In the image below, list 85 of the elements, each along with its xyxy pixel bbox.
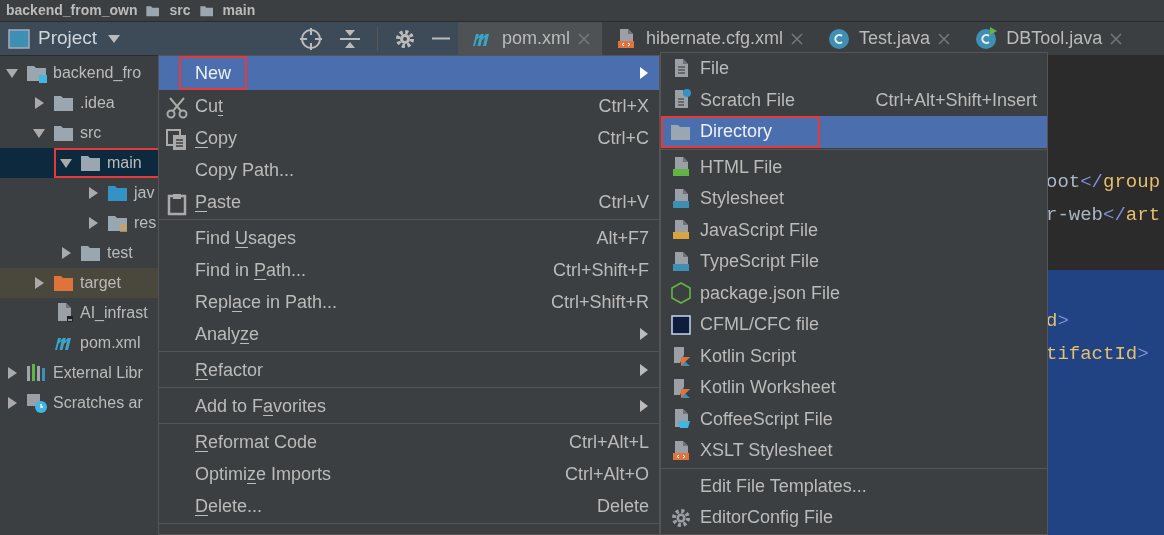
code-line: r-web</art	[1046, 203, 1162, 228]
menu-item[interactable]: Delete... Delete	[159, 490, 659, 522]
menu-item[interactable]: Edit File Templates...	[661, 470, 1047, 502]
tree-item[interactable]: res	[0, 208, 158, 238]
menu-item[interactable]: File	[661, 53, 1047, 85]
menu-item[interactable]: CoffeeScript File	[661, 403, 1047, 435]
menu-item[interactable]: Cut Ctrl+X	[159, 90, 659, 122]
code-line: oot</group	[1046, 170, 1162, 195]
menu-item[interactable]: Directory	[661, 116, 1047, 148]
shortcut-text: Ctrl+Alt+O	[563, 462, 649, 486]
shortcut-text: Ctrl+X	[597, 94, 649, 118]
square-icon	[669, 312, 693, 337]
menu-item[interactable]: Copy Path...	[159, 154, 659, 186]
menu-item[interactable]: New	[159, 56, 659, 90]
tree-item[interactable]: .idea	[0, 88, 158, 118]
tree-item[interactable]: pom.xml	[0, 328, 158, 358]
breadcrumb-item[interactable]: src	[169, 0, 191, 21]
menu-item[interactable]: Find Usages Alt+F7	[159, 222, 659, 254]
shortcut-text: Ctrl+Alt+L	[567, 430, 649, 454]
menu-item[interactable]: CFML/CFC file	[661, 309, 1047, 341]
tree-item[interactable]: Scratches ar	[0, 388, 158, 418]
menu-item[interactable]: Paste Ctrl+V	[159, 186, 659, 218]
menu-item[interactable]: package.json File	[661, 277, 1047, 309]
shortcut-text: Ctrl+Alt+Shift+Insert	[874, 88, 1037, 112]
menu-item[interactable]: Refactor	[159, 354, 659, 386]
copy-icon	[165, 128, 189, 152]
settings-icon	[394, 27, 416, 50]
scratches-icon	[25, 391, 49, 415]
menu-item[interactable]: Kotlin Script	[661, 340, 1047, 372]
tree-item[interactable]: test	[0, 238, 158, 268]
annotation-frame	[179, 56, 247, 90]
tab-label: DBTool.java	[1006, 27, 1103, 50]
class-icon	[827, 26, 852, 51]
breadcrumb-item[interactable]: backend_from_own	[6, 0, 138, 21]
menu-item[interactable]: Analyze	[159, 318, 659, 350]
close-icon	[578, 32, 590, 45]
menu-item[interactable]: Kotlin Worksheet	[661, 372, 1047, 404]
panel-icon	[8, 27, 30, 50]
menu-item[interactable]: Replace in Path... Ctrl+Shift+R	[159, 286, 659, 318]
tab-label: hibernate.cfg.xml	[646, 27, 784, 50]
menu-item[interactable]: Add to Favorites	[159, 390, 659, 422]
crosshair-icon	[299, 26, 323, 51]
code-line: tifactId>	[1046, 342, 1150, 367]
shortcut-text: Delete	[595, 494, 649, 518]
menu-item[interactable]: EditorConfig File	[661, 502, 1047, 534]
scissors-icon	[165, 96, 189, 120]
shortcut-text: Ctrl+Shift+R	[549, 290, 649, 314]
shortcut-text: Ctrl+V	[597, 190, 649, 214]
panel-title[interactable]: Project	[38, 24, 98, 53]
menu-item[interactable]: Reformat Code Ctrl+Alt+L	[159, 426, 659, 458]
menu-item[interactable]: XSLT Stylesheet	[661, 435, 1047, 467]
menu-item[interactable]: Optimize Imports Ctrl+Alt+O	[159, 458, 659, 490]
editor-tab[interactable]: hibernate.cfg.xml	[602, 22, 816, 55]
tree-item[interactable]: src	[0, 118, 158, 148]
editor-tab[interactable]: DBTool.java	[962, 22, 1135, 55]
tree-item[interactable]: main	[0, 148, 158, 178]
close-icon	[1110, 32, 1123, 45]
menu-item[interactable]: HTML File	[661, 151, 1047, 183]
hexagon-icon	[669, 281, 693, 306]
collapse-icon	[339, 27, 361, 50]
tree-item[interactable]: AI_infrast	[0, 298, 158, 328]
close-icon	[938, 32, 951, 45]
tab-label: Test.java	[859, 27, 931, 50]
menu-item[interactable]: TypeScript File	[661, 246, 1047, 278]
shortcut-text: Alt+F7	[595, 226, 649, 250]
editor-tab[interactable]: pom.xml	[458, 22, 602, 55]
menu-item[interactable]: Scratch File Ctrl+Alt+Shift+Insert	[661, 84, 1047, 116]
tab-label: pom.xml	[502, 27, 570, 50]
tree-item[interactable]: backend_fro	[0, 58, 158, 88]
menu-item[interactable]: Stylesheet	[661, 183, 1047, 215]
clipboard-icon	[165, 192, 189, 216]
menu-item[interactable]: JavaScript File	[661, 214, 1047, 246]
caret-icon	[107, 33, 122, 44]
breadcrumb-item[interactable]: main	[222, 0, 256, 21]
tree-item[interactable]: target	[0, 268, 158, 298]
menu-item[interactable]: Find in Path... Ctrl+Shift+F	[159, 254, 659, 286]
minimize-icon	[432, 37, 450, 40]
menu-item[interactable]: Copy Ctrl+C	[159, 122, 659, 154]
tree-item[interactable]: External Libr	[0, 358, 158, 388]
editor-tab[interactable]: Test.java	[815, 22, 963, 55]
shortcut-text: Ctrl+C	[596, 126, 649, 150]
close-icon	[791, 32, 804, 45]
tree-item[interactable]: jav	[0, 178, 158, 208]
shortcut-text: Ctrl+Shift+F	[551, 258, 649, 282]
class-icon	[974, 26, 999, 51]
